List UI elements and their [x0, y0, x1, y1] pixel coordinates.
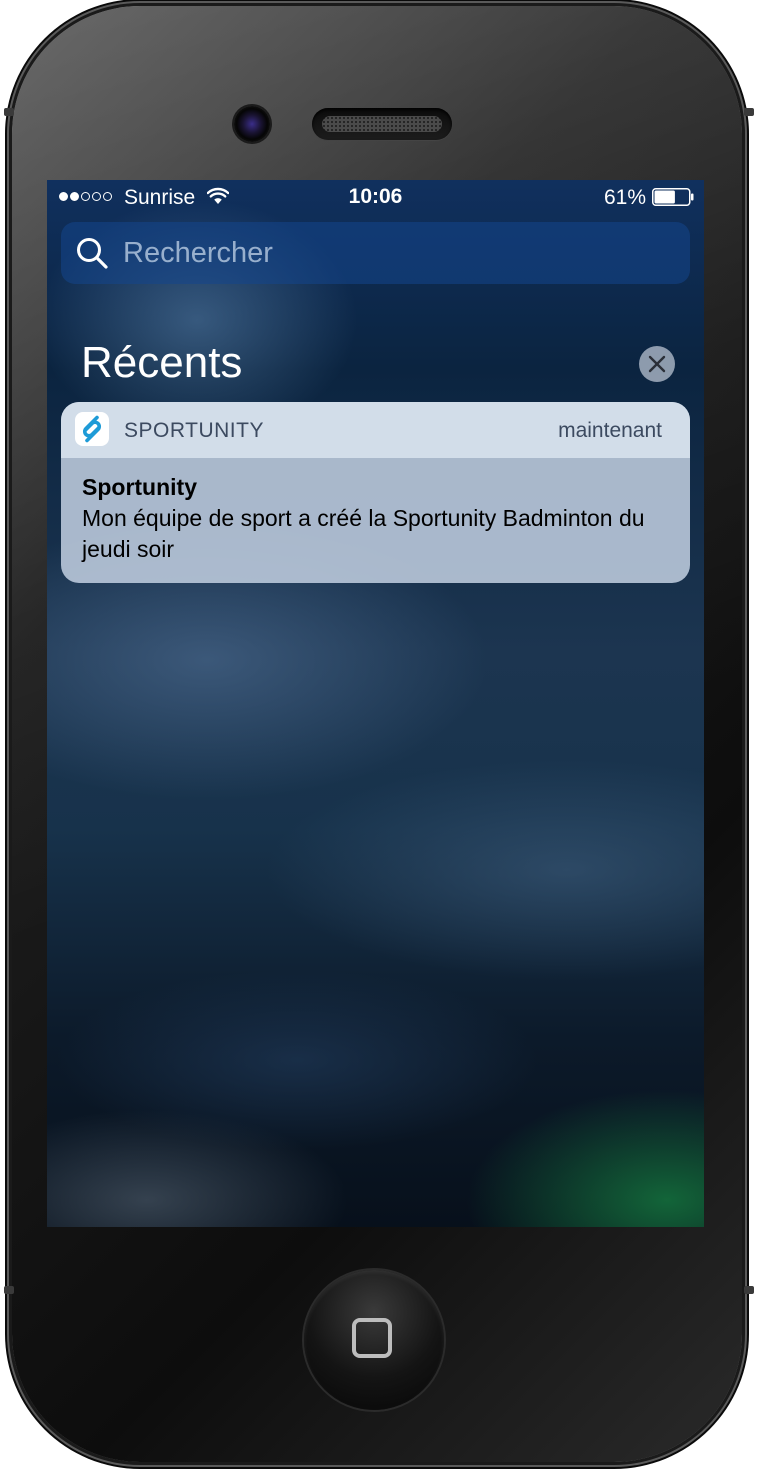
notification-card[interactable]: SPORTUNITY maintenant Sportunity Mon équ…	[61, 402, 690, 583]
battery-percentage: 61%	[603, 186, 646, 209]
notification-header: SPORTUNITY maintenant	[61, 402, 690, 458]
search-bar[interactable]	[61, 222, 690, 284]
volume-button	[4, 108, 14, 116]
close-icon	[648, 355, 666, 373]
front-camera	[234, 106, 270, 142]
sportunity-logo-glyph	[82, 415, 102, 443]
home-square-icon	[352, 1318, 392, 1358]
notification-message: Mon équipe de sport a créé la Sportunity…	[82, 505, 645, 562]
notification-app-name: SPORTUNITY	[124, 419, 264, 442]
volume-button	[4, 1286, 14, 1294]
search-input[interactable]	[123, 222, 663, 284]
notification-body: Sportunity Mon équipe de sport a créé la…	[82, 472, 672, 565]
lock-screen: Sunrise 10:06 61% Récents	[47, 180, 704, 1227]
status-bar: Sunrise 10:06 61%	[47, 180, 704, 216]
home-button[interactable]	[304, 1270, 444, 1410]
side-button	[744, 108, 754, 116]
search-icon	[77, 238, 108, 269]
notification-title: Sportunity	[82, 474, 197, 500]
clear-recents-button[interactable]	[639, 346, 675, 382]
side-button	[744, 1286, 754, 1294]
phone-frame: Sunrise 10:06 61% Récents	[12, 6, 742, 1462]
battery-icon	[652, 188, 694, 206]
recents-heading: Récents	[81, 338, 243, 387]
earpiece-mesh	[322, 116, 442, 132]
notification-time: maintenant	[558, 419, 662, 442]
earpiece-speaker	[312, 108, 452, 140]
sportunity-logo-icon	[75, 412, 109, 446]
